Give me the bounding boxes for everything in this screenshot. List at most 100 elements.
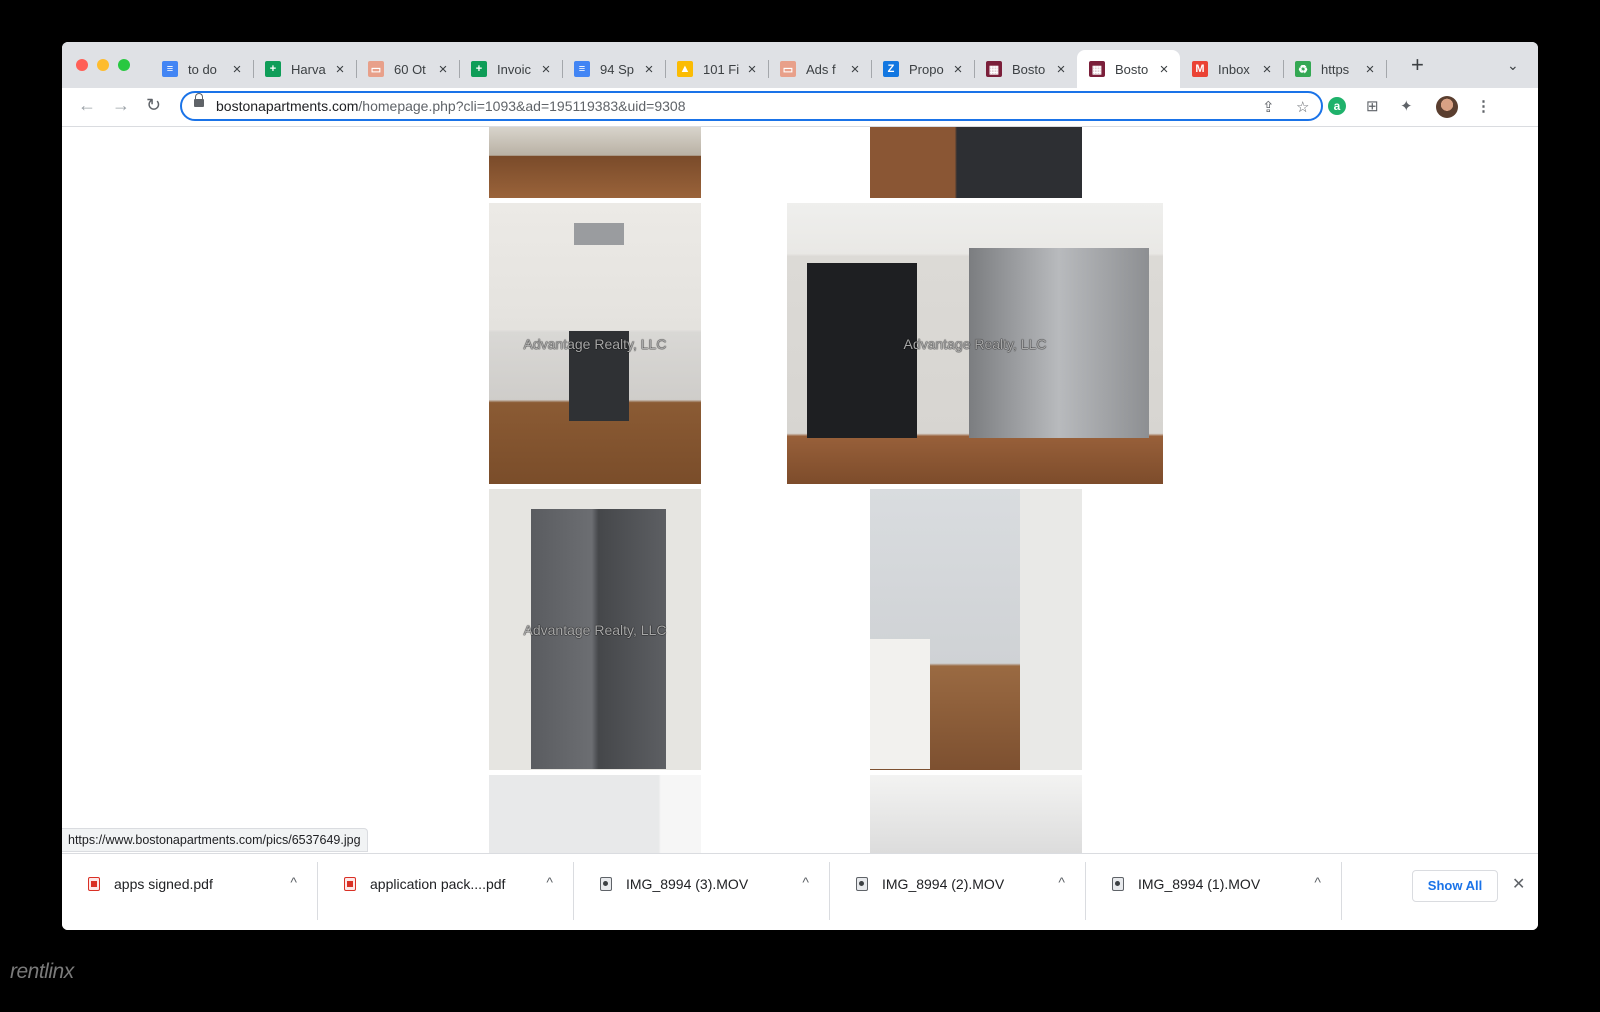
recycle-icon: ♻	[1295, 61, 1311, 77]
close-downloads-icon[interactable]: ✕	[1512, 874, 1525, 894]
url-path: /homepage.php?cli=1093&ad=195119383&uid=…	[358, 98, 686, 114]
pdf-file-icon	[88, 877, 100, 891]
tab-title: 60 Ot	[394, 61, 426, 77]
chevron-up-icon[interactable]: ^	[1314, 874, 1321, 890]
chevron-up-icon[interactable]: ^	[290, 874, 297, 890]
reload-icon[interactable]: ↻	[146, 95, 161, 116]
browser-tab[interactable]: M Inbox ×	[1180, 50, 1284, 88]
download-item[interactable]: apps signed.pdf ^	[62, 862, 318, 920]
tab-title: Invoic	[497, 61, 531, 77]
tab-title: 94 Sp	[600, 61, 634, 77]
downloads-bar: apps signed.pdf ^ application pack....pdf ^…	[62, 853, 1538, 930]
tab-close-icon[interactable]: ×	[950, 61, 966, 78]
page-content: Advantage Realty, LLC Advantage Realty, …	[62, 127, 1538, 853]
tab-close-icon[interactable]: ×	[1053, 61, 1069, 78]
gmail-icon: M	[1192, 61, 1208, 77]
chevron-up-icon[interactable]: ^	[802, 874, 809, 890]
download-item[interactable]: IMG_8994 (2).MOV ^	[830, 862, 1086, 920]
minimize-window-button[interactable]	[97, 59, 109, 71]
browser-tab[interactable]: ≡ 94 Sp ×	[562, 50, 666, 88]
address-bar[interactable]: bostonapartments.com/homepage.php?cli=10…	[180, 91, 1323, 121]
photo-watermark: Advantage Realty, LLC	[523, 335, 667, 352]
tab-separator	[1386, 60, 1387, 78]
download-filename: IMG_8994 (3).MOV	[626, 876, 749, 892]
tab-close-icon[interactable]: ×	[435, 61, 451, 78]
url-host: bostonapartments.com	[216, 98, 359, 114]
tab-close-icon[interactable]: ×	[538, 61, 554, 78]
browser-tab[interactable]: + Invoic ×	[459, 50, 563, 88]
dishwasher-photo[interactable]: Advantage Realty, LLC	[787, 203, 1163, 484]
video-file-icon	[600, 877, 612, 891]
tab-strip: ≡ to do × + Harva × ▭ 60 Ot × + Invoic × ≡ 94 Sp × ▲ 101…	[62, 42, 1538, 88]
kitchen-floor-photo[interactable]	[489, 127, 701, 198]
chevron-up-icon[interactable]: ^	[546, 874, 553, 890]
download-filename: apps signed.pdf	[114, 876, 213, 892]
photo-watermark: Advantage Realty, LLC	[523, 621, 667, 638]
puzzle-extensions-icon[interactable]: ✦	[1400, 97, 1413, 115]
tab-search-chevron-icon[interactable]: ⌄	[1507, 57, 1519, 74]
tab-title: Inbox	[1218, 61, 1250, 77]
tab-close-icon[interactable]: ×	[1259, 61, 1275, 78]
google-drive-icon: ▲	[677, 61, 693, 77]
download-item[interactable]: IMG_8994 (3).MOV ^	[574, 862, 830, 920]
browser-tab[interactable]: ▭ 60 Ot ×	[356, 50, 460, 88]
tab-title: to do	[188, 61, 217, 77]
tab-close-icon[interactable]: ×	[744, 61, 760, 78]
video-file-icon	[856, 877, 868, 891]
browser-tab[interactable]: ▭ Ads f ×	[768, 50, 872, 88]
tab-close-icon[interactable]: ×	[332, 61, 348, 78]
browser-window: ≡ to do × + Harva × ▭ 60 Ot × + Invoic × ≡ 94 Sp × ▲ 101…	[62, 42, 1538, 930]
tab-close-icon[interactable]: ×	[847, 61, 863, 78]
tab-close-icon[interactable]: ×	[1362, 61, 1378, 78]
google-sheets-icon: +	[265, 61, 281, 77]
tab-close-icon[interactable]: ×	[1156, 61, 1172, 78]
download-item[interactable]: IMG_8994 (1).MOV ^	[1086, 862, 1342, 920]
tab-close-icon[interactable]: ×	[641, 61, 657, 78]
inbox-tray-icon: ▭	[780, 61, 796, 77]
show-all-downloads-button[interactable]: Show All	[1412, 870, 1498, 902]
inbox-tray-icon: ▭	[368, 61, 384, 77]
browser-tab[interactable]: ≡ to do ×	[150, 50, 254, 88]
window-room-photo[interactable]	[870, 775, 1082, 853]
grammarly-extension-icon[interactable]: a	[1328, 97, 1346, 115]
video-file-icon	[1112, 877, 1124, 891]
tab-title: Bosto	[1115, 61, 1149, 77]
chevron-up-icon[interactable]: ^	[1058, 874, 1065, 890]
browser-tab[interactable]: Z Propo ×	[871, 50, 975, 88]
profile-avatar[interactable]	[1436, 96, 1458, 118]
google-docs-icon: ≡	[162, 61, 178, 77]
kebab-menu-icon[interactable]: ⋮	[1476, 97, 1491, 115]
tab-title: Harva	[291, 61, 326, 77]
google-docs-icon: ≡	[574, 61, 590, 77]
maximize-window-button[interactable]	[118, 59, 130, 71]
download-filename: IMG_8994 (1).MOV	[1138, 876, 1261, 892]
kitchen-stove-photo[interactable]: Advantage Realty, LLC	[489, 203, 701, 484]
lock-icon[interactable]	[194, 93, 204, 107]
hallway-kitchen-photo[interactable]	[870, 489, 1082, 770]
browser-tab[interactable]: + Harva ×	[253, 50, 357, 88]
pdf-file-icon	[344, 877, 356, 891]
grid-extension-icon[interactable]: ⊞	[1366, 97, 1379, 115]
zillow-icon: Z	[883, 61, 899, 77]
url-text[interactable]: bostonapartments.com/homepage.php?cli=10…	[216, 98, 686, 114]
tab-title: Propo	[909, 61, 944, 77]
gas-range-photo[interactable]	[870, 127, 1082, 198]
back-arrow-icon[interactable]: ←	[78, 95, 96, 116]
new-tab-button[interactable]: +	[1411, 54, 1424, 76]
room-photo[interactable]	[489, 775, 701, 853]
tab-title: https	[1321, 61, 1350, 77]
bookmark-star-icon[interactable]: ☆	[1296, 98, 1309, 116]
close-window-button[interactable]	[76, 59, 88, 71]
download-item[interactable]: application pack....pdf ^	[318, 862, 574, 920]
tab-close-icon[interactable]: ×	[229, 61, 245, 78]
forward-arrow-icon[interactable]: →	[112, 95, 130, 116]
browser-tab[interactable]: ♻ https ×	[1283, 50, 1387, 88]
browser-tab[interactable]: ▲ 101 Fi ×	[665, 50, 769, 88]
refrigerator-photo[interactable]: Advantage Realty, LLC	[489, 489, 701, 770]
download-filename: IMG_8994 (2).MOV	[882, 876, 1005, 892]
browser-tab[interactable]: ▦ Bosto ×	[1077, 50, 1180, 88]
rentlinx-logo: rentlinx	[10, 960, 74, 983]
share-icon[interactable]: ⇪	[1262, 98, 1275, 116]
download-filename: application pack....pdf	[370, 876, 506, 892]
browser-tab[interactable]: ▦ Bosto ×	[974, 50, 1077, 88]
